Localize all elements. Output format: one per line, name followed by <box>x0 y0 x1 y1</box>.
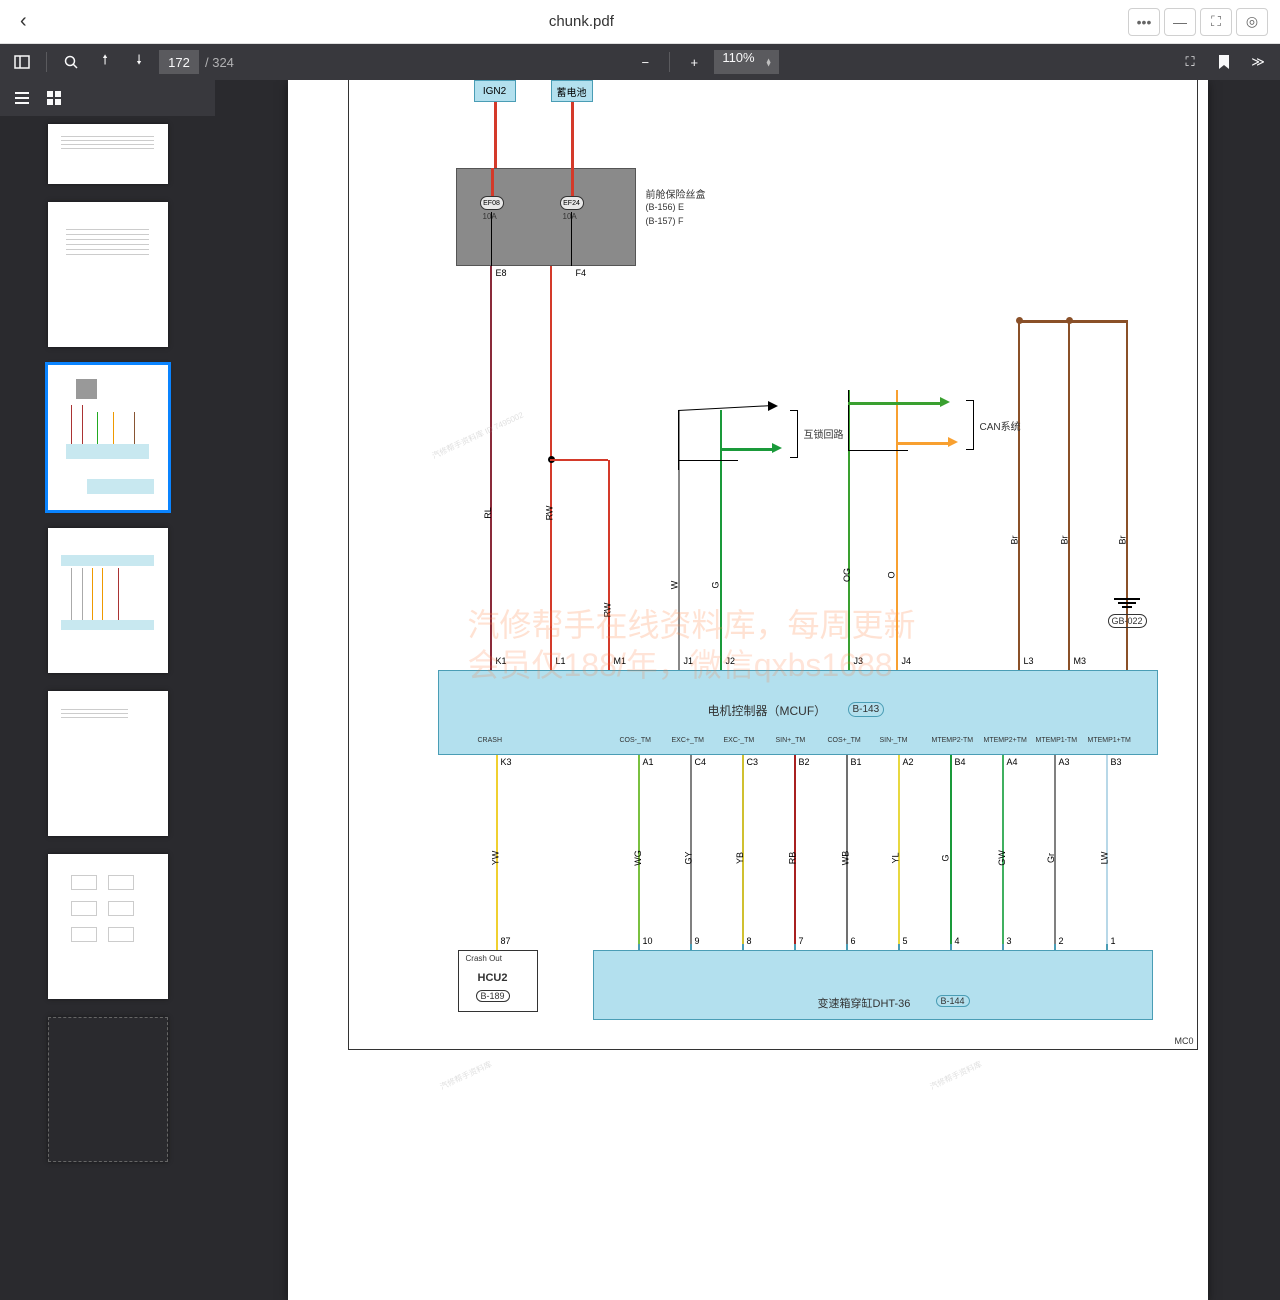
zoom-select[interactable]: 110% <box>714 50 778 74</box>
more-button[interactable]: ••• <box>1128 8 1160 36</box>
thumbnail[interactable] <box>48 691 168 836</box>
thumbnail-list[interactable] <box>0 116 215 1300</box>
minimize-button[interactable]: — <box>1164 8 1196 36</box>
wiring-diagram: IGN2蓄电池前舱保险丝盒(B-156) E(B-157) FEF0810AE8… <box>288 80 1208 1300</box>
page-total: / 324 <box>205 55 234 70</box>
pdf-viewer[interactable]: IGN2蓄电池前舱保险丝盒(B-156) E(B-157) FEF0810AE8… <box>215 80 1280 1300</box>
tools-button[interactable]: ≫ <box>1244 48 1272 76</box>
bookmark-button[interactable] <box>1210 48 1238 76</box>
search-button[interactable] <box>57 48 85 76</box>
sidebar <box>0 80 215 1300</box>
thumbnail[interactable] <box>48 202 168 347</box>
maximize-button[interactable]: ⛶ <box>1200 8 1232 36</box>
thumbnail[interactable] <box>48 124 168 184</box>
main-area: IGN2蓄电池前舱保险丝盒(B-156) E(B-157) FEF0810AE8… <box>0 80 1280 1300</box>
thumbnail-view-button[interactable] <box>42 86 66 110</box>
pdf-toolbar: 🠕 🠗 / 324 − + 110% ⛶ ≫ <box>0 44 1280 80</box>
thumbnail[interactable] <box>48 528 168 673</box>
outline-view-button[interactable] <box>10 86 34 110</box>
next-page-button[interactable]: 🠗 <box>125 48 153 76</box>
page-input[interactable] <box>159 50 199 74</box>
thumbnail[interactable] <box>48 854 168 999</box>
presentation-button[interactable]: ⛶ <box>1176 48 1204 76</box>
document-title: chunk.pdf <box>35 13 1128 30</box>
sidebar-toggle[interactable] <box>8 48 36 76</box>
thumbnail[interactable] <box>48 365 168 510</box>
zoom-out-button[interactable]: − <box>631 48 659 76</box>
sidebar-mode-buttons <box>0 80 215 116</box>
prev-page-button[interactable]: 🠕 <box>91 48 119 76</box>
titlebar: ‹ chunk.pdf ••• — ⛶ ◎ <box>0 0 1280 44</box>
target-button[interactable]: ◎ <box>1236 8 1268 36</box>
window-buttons: ••• — ⛶ ◎ <box>1128 8 1268 36</box>
pdf-page: IGN2蓄电池前舱保险丝盒(B-156) E(B-157) FEF0810AE8… <box>288 80 1208 1300</box>
thumbnail-placeholder[interactable] <box>48 1017 168 1162</box>
zoom-in-button[interactable]: + <box>680 48 708 76</box>
back-button[interactable]: ‹ <box>12 6 35 37</box>
